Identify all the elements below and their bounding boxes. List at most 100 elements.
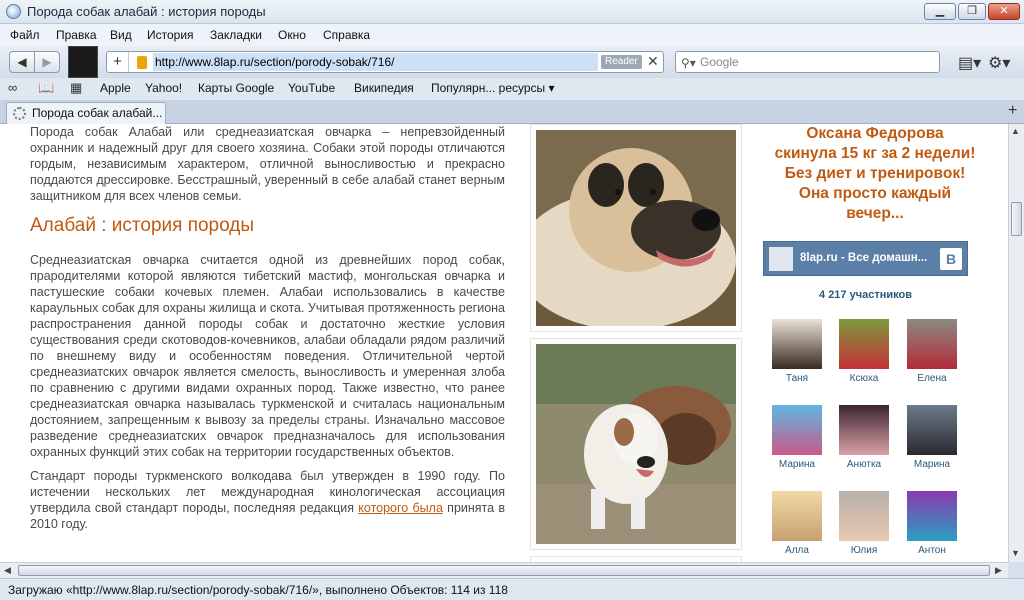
member-item[interactable]: Елена	[902, 319, 962, 384]
tab-label: Порода собак алабай...	[32, 106, 163, 120]
scroll-right-icon[interactable]: ▶	[995, 565, 1002, 576]
add-bookmark-icon[interactable]: +	[107, 52, 129, 72]
horizontal-scrollbar[interactable]: ◀ ▶	[0, 562, 1008, 578]
restore-button[interactable]: ❐	[958, 3, 986, 20]
clear-url-icon[interactable]: ✕	[647, 53, 659, 70]
menu-file[interactable]: Файл	[10, 28, 40, 42]
promo-line: скинула 15 кг за 2 недели!	[774, 145, 976, 162]
member-item[interactable]: Юлия	[834, 491, 894, 556]
member-avatar	[839, 319, 889, 369]
title-bar: Порода собак алабай : история породы ▁ ❐…	[0, 0, 1024, 24]
promo-ad[interactable]: Оксана Федорова скинула 15 кг за 2 недел…	[755, 124, 995, 224]
address-bar[interactable]: + http://www.8lap.ru/section/porody-soba…	[106, 51, 664, 73]
promo-line: Без диет и тренировок!	[784, 165, 966, 182]
minimize-button[interactable]: ▁	[924, 3, 956, 20]
search-field[interactable]: ⚲▾ Google	[675, 51, 940, 73]
article-paragraph: Среднеазиатская овчарка считается одной …	[30, 253, 505, 459]
member-item[interactable]: Антон	[902, 491, 962, 556]
member-avatar	[907, 491, 957, 541]
member-avatar	[772, 491, 822, 541]
menu-view[interactable]: Вид	[110, 28, 132, 42]
vk-group-title: 8lap.ru - Все домашн...	[800, 252, 928, 264]
member-item[interactable]: Марина	[767, 405, 827, 470]
bookmarks-bar: ∞ 📖 ▦ Apple Yahoo! Карты Google YouTube …	[0, 78, 1024, 100]
bookmark-youtube[interactable]: YouTube	[288, 81, 335, 95]
bookmark-popular[interactable]: Популярн... ресурсы ▾	[431, 81, 555, 95]
member-name: Марина	[778, 459, 816, 470]
member-name: Антон	[918, 545, 946, 556]
article: Порода собак Алабай или среднеазиатская …	[30, 124, 505, 540]
member-avatar	[772, 319, 822, 369]
bookmark-yahoo[interactable]: Yahoo!	[145, 81, 182, 95]
menu-bar: Файл Правка Вид История Закладки Окно Сп…	[0, 24, 1024, 46]
member-avatar	[772, 405, 822, 455]
member-name: Юлия	[850, 545, 878, 556]
inline-link[interactable]: которого была	[358, 501, 443, 515]
member-item[interactable]: Таня	[767, 319, 827, 384]
scroll-down-icon[interactable]: ▼	[1011, 548, 1020, 558]
scroll-thumb[interactable]	[18, 565, 990, 576]
menu-edit[interactable]: Правка	[56, 28, 97, 42]
article-heading: Алабай : история породы	[30, 215, 255, 236]
bookmark-google-maps[interactable]: Карты Google	[198, 81, 274, 95]
window-title: Порода собак алабай : история породы	[27, 4, 266, 19]
bookmark-apple[interactable]: Apple	[100, 81, 131, 95]
article-paragraph: Стандарт породы туркменского волкодава б…	[30, 468, 505, 532]
vk-logo-icon: B	[940, 248, 962, 270]
promo-line: вечер...	[846, 205, 904, 222]
status-bar: Загружаю «http://www.8lap.ru/section/por…	[0, 578, 1024, 600]
browser-logo-icon	[6, 4, 21, 19]
page-menu-icon[interactable]: ▤▾	[958, 53, 981, 73]
loading-spinner-icon	[13, 107, 26, 120]
reader-button[interactable]: Reader	[601, 55, 642, 69]
promo-line: Она просто каждый	[798, 185, 952, 202]
alabai-pair-image	[536, 344, 736, 544]
bookmark-wikipedia[interactable]: Википедия	[354, 81, 414, 95]
toolbar: ◀ ▶ + http://www.8lap.ru/section/porody-…	[0, 46, 1024, 78]
scroll-thumb[interactable]	[1011, 202, 1022, 236]
promo-line: Оксана Федорова	[806, 125, 944, 142]
member-name: Алла	[785, 545, 809, 556]
members-count[interactable]: 4 217 участников	[763, 289, 968, 301]
menu-history[interactable]: История	[147, 28, 194, 42]
back-button[interactable]: ◀	[9, 51, 35, 73]
member-item[interactable]: Ксюха	[834, 319, 894, 384]
menu-help[interactable]: Справка	[323, 28, 370, 42]
status-text: Загружаю «http://www.8lap.ru/section/por…	[8, 583, 508, 597]
member-name: Анютка	[846, 459, 882, 470]
menu-bookmarks[interactable]: Закладки	[210, 28, 262, 42]
member-avatar	[907, 405, 957, 455]
member-avatar	[907, 319, 957, 369]
vk-group-widget[interactable]: 8lap.ru - Все домашн... B	[763, 241, 968, 276]
reading-list-icon[interactable]: ∞	[8, 80, 17, 95]
member-name: Ксюха	[849, 373, 879, 384]
member-name: Елена	[917, 373, 947, 384]
dark-thumbnail	[68, 46, 98, 78]
member-item[interactable]: Анютка	[834, 405, 894, 470]
member-avatar	[839, 491, 889, 541]
scroll-left-icon[interactable]: ◀	[4, 565, 11, 576]
alabai-head-image	[516, 130, 736, 330]
member-item[interactable]: Алла	[767, 491, 827, 556]
site-icon	[137, 56, 147, 69]
url-input[interactable]: http://www.8lap.ru/section/porody-sobak/…	[153, 53, 598, 71]
tab-active[interactable]: Порода собак алабай...	[6, 102, 166, 124]
top-sites-icon[interactable]: ▦	[70, 80, 82, 96]
menu-window[interactable]: Окно	[278, 28, 306, 42]
page-content: Порода собак Алабай или среднеазиатская …	[0, 124, 1008, 562]
member-name: Марина	[913, 459, 951, 470]
tab-bar: Порода собак алабай... +	[0, 100, 1024, 124]
new-tab-icon[interactable]: +	[1008, 102, 1017, 120]
forward-button[interactable]: ▶	[34, 51, 60, 73]
sidebar: Оксана Федорова скинула 15 кг за 2 недел…	[755, 124, 995, 556]
settings-icon[interactable]: ⚙▾	[988, 53, 1010, 73]
dog-photo-2[interactable]	[530, 338, 742, 550]
vertical-scrollbar[interactable]: ▲ ▼	[1008, 124, 1024, 562]
member-item[interactable]: Марина	[902, 405, 962, 470]
search-placeholder: Google	[700, 55, 739, 69]
book-icon[interactable]: 📖	[38, 80, 54, 96]
scroll-up-icon[interactable]: ▲	[1011, 126, 1020, 136]
close-button[interactable]: ✕	[988, 3, 1020, 20]
dog-photo-1[interactable]	[516, 124, 742, 332]
member-avatar	[839, 405, 889, 455]
